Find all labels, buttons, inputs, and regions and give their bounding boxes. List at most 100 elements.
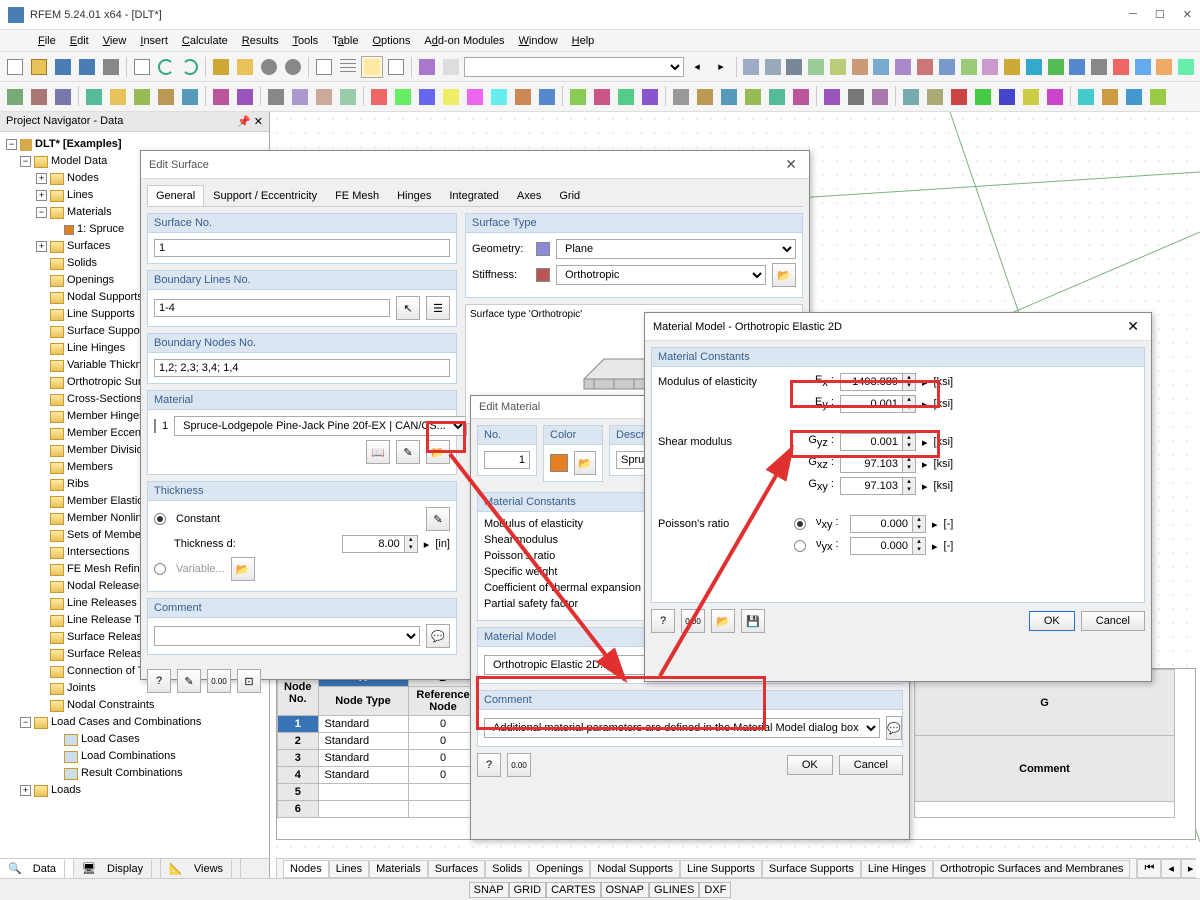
stiffness-select[interactable]: Orthotropic (556, 265, 766, 285)
bottom-tab[interactable]: Lines (329, 860, 369, 878)
bottom-tab[interactable]: Line Hinges (861, 860, 933, 878)
nav-tab-display[interactable]: 🖥 Display (74, 859, 161, 878)
tb-new-icon[interactable] (4, 56, 26, 78)
tab-femesh[interactable]: FE Mesh (326, 185, 388, 206)
comment-select[interactable] (154, 626, 420, 646)
tb-grid-icon[interactable] (337, 56, 359, 78)
tb2-icon[interactable] (392, 86, 414, 108)
thickness-spinner[interactable]: ▴▾ (342, 535, 418, 553)
radio-vyx[interactable] (794, 540, 806, 552)
tb2-icon[interactable] (488, 86, 510, 108)
tb-render-icon[interactable] (416, 56, 438, 78)
tb-bolt-icon[interactable] (234, 56, 256, 78)
tb2-icon[interactable] (924, 86, 946, 108)
tb-misc-icon[interactable] (1155, 56, 1175, 78)
bottom-tab[interactable]: Materials (369, 860, 428, 878)
tb2-icon[interactable] (766, 86, 788, 108)
tb2-icon[interactable] (107, 86, 129, 108)
menu-insert[interactable]: Insert (134, 33, 174, 49)
tb2-icon[interactable] (1075, 86, 1097, 108)
tb2-icon[interactable] (670, 86, 692, 108)
library-icon[interactable]: 📖 (366, 440, 390, 464)
menu-calculate[interactable]: Calculate (176, 33, 234, 49)
tb2-icon[interactable] (742, 86, 764, 108)
thickness-icon[interactable]: ✎ (426, 507, 450, 531)
expand-icon[interactable]: − (36, 207, 47, 218)
radio-vxy[interactable] (794, 518, 806, 530)
minimize-button[interactable]: ─ (1129, 8, 1137, 21)
ok-button[interactable]: OK (787, 755, 833, 775)
edit-material-icon[interactable]: 📂 (426, 440, 450, 464)
material-color-swatch[interactable] (550, 454, 568, 472)
menu-tools[interactable]: Tools (286, 33, 324, 49)
tb-misc-icon[interactable] (1176, 56, 1196, 78)
material-select[interactable]: Spruce-Lodgepole Pine-Jack Pine 20f-EX |… (174, 416, 467, 436)
comment-icon[interactable]: 💬 (886, 716, 902, 740)
tree-item[interactable]: Load Cases (2, 731, 267, 748)
expand-icon[interactable]: − (6, 139, 17, 150)
tb2-icon[interactable] (1020, 86, 1042, 108)
tb2-icon[interactable] (464, 86, 486, 108)
tb2-icon[interactable] (1123, 86, 1145, 108)
tb2-icon[interactable] (179, 86, 201, 108)
tb2-icon[interactable] (972, 86, 994, 108)
tb-doc-icon[interactable] (131, 56, 153, 78)
open-icon[interactable]: 📂 (711, 609, 735, 633)
bottom-tab[interactable]: Line Supports (680, 860, 762, 878)
tb2-icon[interactable] (131, 86, 153, 108)
menu-options[interactable]: Options (366, 33, 416, 49)
tb2-icon[interactable] (234, 86, 256, 108)
expand-icon[interactable]: + (36, 190, 47, 201)
tb-misc-icon[interactable] (872, 56, 892, 78)
tab-nav-next-icon[interactable]: ▸ (1181, 859, 1196, 878)
tb-misc-icon[interactable] (1133, 56, 1153, 78)
menu-results[interactable]: Results (236, 33, 285, 49)
vyx-spinner[interactable]: ▴▾ (850, 537, 926, 555)
tb-undo-icon[interactable] (155, 56, 177, 78)
material-comment-select[interactable]: Additional material parameters are defin… (484, 718, 880, 738)
tb-misc-icon[interactable] (893, 56, 913, 78)
tb-save-icon[interactable] (52, 56, 74, 78)
note-icon[interactable]: ✎ (177, 669, 201, 693)
tb2-icon[interactable] (567, 86, 589, 108)
expand-icon[interactable]: + (36, 241, 47, 252)
tb-combo[interactable] (464, 57, 684, 77)
tb-misc-icon[interactable] (1046, 56, 1066, 78)
tb2-icon[interactable] (368, 86, 390, 108)
material-no-input[interactable] (484, 451, 530, 469)
tb-gear-icon[interactable] (258, 56, 280, 78)
tb2-icon[interactable] (615, 86, 637, 108)
tab-nav-first-icon[interactable]: ⏮ (1137, 859, 1161, 878)
tb2-icon[interactable] (790, 86, 812, 108)
color-pick-icon[interactable]: 📂 (574, 451, 596, 475)
status-glines[interactable]: GLINES (649, 882, 699, 898)
status-cartes[interactable]: CARTES (546, 882, 600, 898)
tb-tool-icon[interactable] (210, 56, 232, 78)
tab-integrated[interactable]: Integrated (440, 185, 508, 206)
tb-saveall-icon[interactable] (76, 56, 98, 78)
tb2-icon[interactable] (694, 86, 716, 108)
tb2-icon[interactable] (210, 86, 232, 108)
stiffness-edit-icon[interactable]: 📂 (772, 263, 796, 287)
bottom-tab[interactable]: Nodal Supports (590, 860, 680, 878)
tb-misc-icon[interactable] (1067, 56, 1087, 78)
close-icon[interactable]: ✕ (1123, 318, 1143, 335)
ex-spinner[interactable]: ▴▾ (840, 373, 916, 391)
gxz-spinner[interactable]: ▴▾ (840, 455, 916, 473)
new-icon[interactable]: ✎ (396, 440, 420, 464)
tb2-icon[interactable] (1147, 86, 1169, 108)
tb2-icon[interactable] (718, 86, 740, 108)
tb-misc-icon[interactable] (741, 56, 761, 78)
tb2-icon[interactable] (845, 86, 867, 108)
tb2-icon[interactable] (28, 86, 50, 108)
tb2-icon[interactable] (1044, 86, 1066, 108)
surface-no-input[interactable] (154, 239, 450, 257)
tab-axes[interactable]: Axes (508, 185, 550, 206)
tb-misc-icon[interactable] (937, 56, 957, 78)
tb-print-icon[interactable] (100, 56, 122, 78)
gxy-spinner[interactable]: ▴▾ (840, 477, 916, 495)
menu-window[interactable]: Window (513, 33, 564, 49)
save-icon[interactable]: 💾 (741, 609, 765, 633)
tb2-icon[interactable] (591, 86, 613, 108)
tb-misc-icon[interactable] (785, 56, 805, 78)
